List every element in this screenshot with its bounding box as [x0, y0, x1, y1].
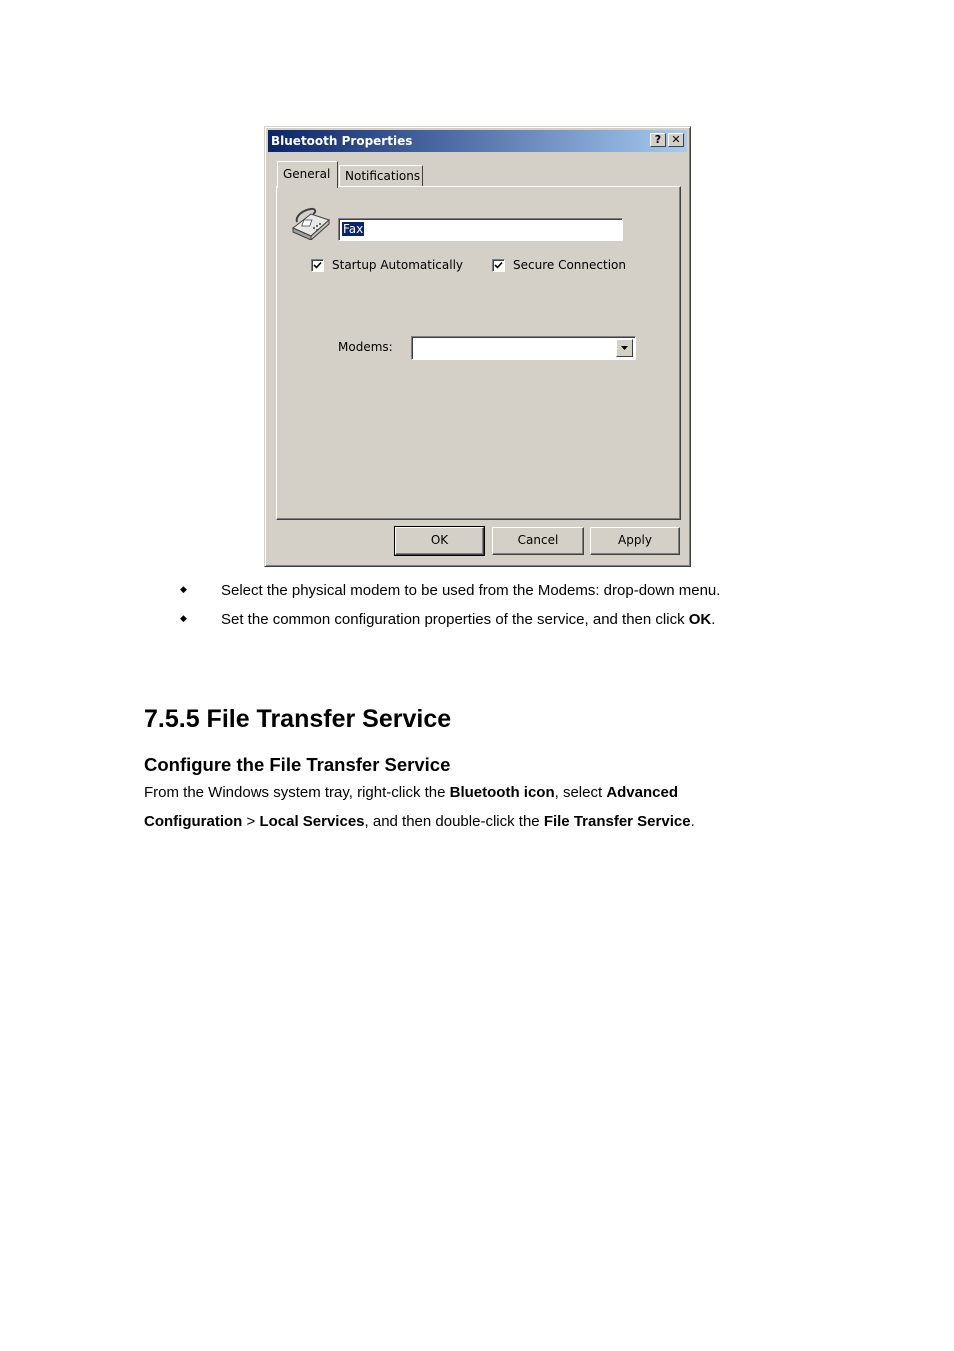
modems-dropdown[interactable] — [411, 336, 636, 360]
chevron-down-icon — [621, 346, 628, 350]
check-mark-icon — [313, 261, 322, 269]
fax-machine-icon — [289, 206, 331, 243]
dropdown-arrow-button[interactable] — [616, 339, 633, 357]
diamond-bullet-icon: ◆ — [180, 584, 187, 594]
list-item-text: Set the common configuration properties … — [221, 611, 716, 628]
list-item-text: Select the physical modem to be used fro… — [221, 582, 721, 599]
startup-automatically-label: Startup Automatically — [332, 258, 464, 272]
list-item: ◆ Set the common configuration propertie… — [180, 611, 820, 631]
tab-notifications[interactable]: Notifications — [339, 165, 423, 186]
check-mark-icon — [494, 261, 503, 269]
list-item: ◆ Select the physical modem to be used f… — [180, 582, 820, 602]
paragraph-line-1: From the Windows system tray, right-clic… — [144, 784, 679, 801]
diamond-bullet-icon: ◆ — [180, 613, 187, 623]
service-name-field[interactable]: Fax — [338, 218, 623, 241]
tab-notifications-label: Notifications — [345, 169, 421, 183]
section-heading: 7.5.5 File Transfer Service — [144, 705, 452, 733]
secure-connection-checkbox[interactable] — [492, 259, 505, 272]
dialog-title: Bluetooth Properties — [271, 134, 413, 148]
help-button[interactable]: ? — [650, 133, 666, 147]
tab-general-label: General — [283, 167, 331, 181]
bluetooth-properties-dialog: Bluetooth Properties ? ✕ General Notific… — [264, 126, 691, 567]
ok-button[interactable]: OK — [394, 526, 485, 556]
paragraph-line-2: Configuration > Local Services, and then… — [144, 813, 695, 830]
subheading: Configure the File Transfer Service — [144, 754, 451, 775]
modems-label: Modems: — [338, 340, 393, 354]
startup-automatically-checkbox[interactable] — [311, 259, 324, 272]
tab-general[interactable]: General — [277, 161, 338, 188]
general-tab-panel: Fax Startup Automatically Secure Connect… — [276, 186, 681, 520]
dialog-titlebar: Bluetooth Properties ? ✕ — [268, 130, 687, 152]
cancel-button[interactable]: Cancel — [492, 527, 584, 555]
secure-connection-label: Secure Connection — [513, 258, 626, 272]
service-name-value: Fax — [342, 222, 365, 236]
apply-button[interactable]: Apply — [590, 527, 680, 555]
close-button[interactable]: ✕ — [668, 133, 684, 147]
